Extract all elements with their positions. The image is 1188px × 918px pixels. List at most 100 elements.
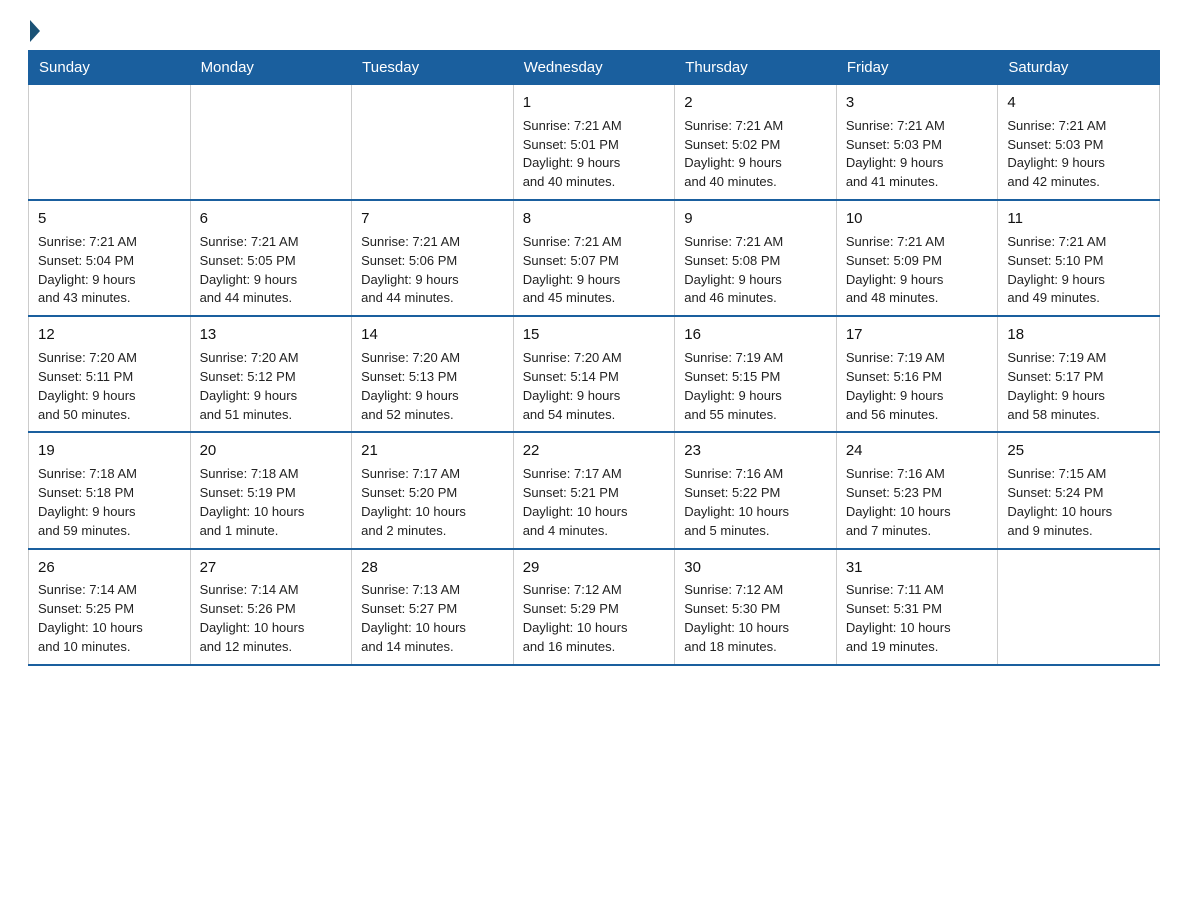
calendar-cell: 1 Sunrise: 7:21 AM Sunset: 5:01 PM Daylig… <box>513 85 675 201</box>
day-info: Sunrise: 7:20 AM Sunset: 5:13 PM Dayligh… <box>361 349 504 424</box>
day-number: 25 <box>1007 440 1150 462</box>
day-number: 28 <box>361 557 504 579</box>
day-info: Sunrise: 7:21 AM Sunset: 5:09 PM Dayligh… <box>846 233 989 308</box>
calendar-cell: 6 Sunrise: 7:21 AM Sunset: 5:05 PM Daylig… <box>190 200 352 316</box>
day-number: 10 <box>846 208 989 230</box>
calendar-week-4: 19 Sunrise: 7:18 AM Sunset: 5:18 PM Dayli… <box>29 432 1160 548</box>
calendar-week-1: 1 Sunrise: 7:21 AM Sunset: 5:01 PM Daylig… <box>29 85 1160 201</box>
day-info: Sunrise: 7:17 AM Sunset: 5:21 PM Dayligh… <box>523 465 666 540</box>
weekday-header-thursday: Thursday <box>675 51 837 85</box>
day-number: 3 <box>846 92 989 114</box>
calendar-cell: 5 Sunrise: 7:21 AM Sunset: 5:04 PM Daylig… <box>29 200 191 316</box>
day-info: Sunrise: 7:18 AM Sunset: 5:19 PM Dayligh… <box>200 465 343 540</box>
day-number: 21 <box>361 440 504 462</box>
day-info: Sunrise: 7:21 AM Sunset: 5:06 PM Dayligh… <box>361 233 504 308</box>
calendar-cell <box>998 549 1160 665</box>
calendar-cell: 12 Sunrise: 7:20 AM Sunset: 5:11 PM Dayli… <box>29 316 191 432</box>
day-info: Sunrise: 7:15 AM Sunset: 5:24 PM Dayligh… <box>1007 465 1150 540</box>
day-info: Sunrise: 7:21 AM Sunset: 5:03 PM Dayligh… <box>846 117 989 192</box>
calendar-cell: 15 Sunrise: 7:20 AM Sunset: 5:14 PM Dayli… <box>513 316 675 432</box>
day-number: 1 <box>523 92 666 114</box>
weekday-header-monday: Monday <box>190 51 352 85</box>
day-info: Sunrise: 7:20 AM Sunset: 5:14 PM Dayligh… <box>523 349 666 424</box>
page-header <box>28 24 1160 38</box>
day-info: Sunrise: 7:19 AM Sunset: 5:16 PM Dayligh… <box>846 349 989 424</box>
calendar-cell: 16 Sunrise: 7:19 AM Sunset: 5:15 PM Dayli… <box>675 316 837 432</box>
day-info: Sunrise: 7:14 AM Sunset: 5:26 PM Dayligh… <box>200 581 343 656</box>
calendar-cell: 26Sunrise: 7:14 AM Sunset: 5:25 PM Dayli… <box>29 549 191 665</box>
day-number: 2 <box>684 92 827 114</box>
day-info: Sunrise: 7:21 AM Sunset: 5:03 PM Dayligh… <box>1007 117 1150 192</box>
calendar-cell: 23 Sunrise: 7:16 AM Sunset: 5:22 PM Dayli… <box>675 432 837 548</box>
calendar-cell: 27Sunrise: 7:14 AM Sunset: 5:26 PM Dayli… <box>190 549 352 665</box>
day-info: Sunrise: 7:18 AM Sunset: 5:18 PM Dayligh… <box>38 465 181 540</box>
day-info: Sunrise: 7:14 AM Sunset: 5:25 PM Dayligh… <box>38 581 181 656</box>
calendar-week-2: 5 Sunrise: 7:21 AM Sunset: 5:04 PM Daylig… <box>29 200 1160 316</box>
day-number: 8 <box>523 208 666 230</box>
calendar-cell: 13 Sunrise: 7:20 AM Sunset: 5:12 PM Dayli… <box>190 316 352 432</box>
calendar-cell <box>352 85 514 201</box>
calendar-cell: 30Sunrise: 7:12 AM Sunset: 5:30 PM Dayli… <box>675 549 837 665</box>
day-info: Sunrise: 7:19 AM Sunset: 5:17 PM Dayligh… <box>1007 349 1150 424</box>
calendar-cell: 19 Sunrise: 7:18 AM Sunset: 5:18 PM Dayli… <box>29 432 191 548</box>
day-number: 17 <box>846 324 989 346</box>
calendar-cell: 4 Sunrise: 7:21 AM Sunset: 5:03 PM Daylig… <box>998 85 1160 201</box>
calendar-cell: 25 Sunrise: 7:15 AM Sunset: 5:24 PM Dayli… <box>998 432 1160 548</box>
day-info: Sunrise: 7:21 AM Sunset: 5:02 PM Dayligh… <box>684 117 827 192</box>
day-number: 15 <box>523 324 666 346</box>
calendar-body: 1 Sunrise: 7:21 AM Sunset: 5:01 PM Daylig… <box>29 85 1160 665</box>
day-number: 6 <box>200 208 343 230</box>
calendar-table: SundayMondayTuesdayWednesdayThursdayFrid… <box>28 50 1160 666</box>
day-info: Sunrise: 7:21 AM Sunset: 5:01 PM Dayligh… <box>523 117 666 192</box>
calendar-header: SundayMondayTuesdayWednesdayThursdayFrid… <box>29 51 1160 85</box>
day-number: 23 <box>684 440 827 462</box>
day-info: Sunrise: 7:21 AM Sunset: 5:10 PM Dayligh… <box>1007 233 1150 308</box>
day-info: Sunrise: 7:20 AM Sunset: 5:11 PM Dayligh… <box>38 349 181 424</box>
day-number: 5 <box>38 208 181 230</box>
day-number: 7 <box>361 208 504 230</box>
calendar-cell <box>190 85 352 201</box>
weekday-header-wednesday: Wednesday <box>513 51 675 85</box>
calendar-cell: 24 Sunrise: 7:16 AM Sunset: 5:23 PM Dayli… <box>836 432 998 548</box>
day-info: Sunrise: 7:16 AM Sunset: 5:22 PM Dayligh… <box>684 465 827 540</box>
day-number: 16 <box>684 324 827 346</box>
calendar-cell: 21 Sunrise: 7:17 AM Sunset: 5:20 PM Dayli… <box>352 432 514 548</box>
day-info: Sunrise: 7:16 AM Sunset: 5:23 PM Dayligh… <box>846 465 989 540</box>
day-number: 12 <box>38 324 181 346</box>
weekday-header-friday: Friday <box>836 51 998 85</box>
day-info: Sunrise: 7:17 AM Sunset: 5:20 PM Dayligh… <box>361 465 504 540</box>
logo-arrow-icon <box>30 20 40 42</box>
day-info: Sunrise: 7:19 AM Sunset: 5:15 PM Dayligh… <box>684 349 827 424</box>
logo <box>28 24 40 38</box>
day-number: 29 <box>523 557 666 579</box>
day-number: 4 <box>1007 92 1150 114</box>
day-info: Sunrise: 7:11 AM Sunset: 5:31 PM Dayligh… <box>846 581 989 656</box>
day-number: 27 <box>200 557 343 579</box>
calendar-cell: 20 Sunrise: 7:18 AM Sunset: 5:19 PM Dayli… <box>190 432 352 548</box>
day-info: Sunrise: 7:21 AM Sunset: 5:07 PM Dayligh… <box>523 233 666 308</box>
calendar-cell: 29Sunrise: 7:12 AM Sunset: 5:29 PM Dayli… <box>513 549 675 665</box>
weekday-header-sunday: Sunday <box>29 51 191 85</box>
day-info: Sunrise: 7:12 AM Sunset: 5:30 PM Dayligh… <box>684 581 827 656</box>
day-number: 31 <box>846 557 989 579</box>
day-info: Sunrise: 7:20 AM Sunset: 5:12 PM Dayligh… <box>200 349 343 424</box>
calendar-cell: 28Sunrise: 7:13 AM Sunset: 5:27 PM Dayli… <box>352 549 514 665</box>
day-number: 13 <box>200 324 343 346</box>
day-number: 20 <box>200 440 343 462</box>
calendar-cell: 14 Sunrise: 7:20 AM Sunset: 5:13 PM Dayli… <box>352 316 514 432</box>
weekday-header-tuesday: Tuesday <box>352 51 514 85</box>
day-number: 14 <box>361 324 504 346</box>
day-number: 18 <box>1007 324 1150 346</box>
calendar-cell: 7 Sunrise: 7:21 AM Sunset: 5:06 PM Daylig… <box>352 200 514 316</box>
calendar-cell: 17 Sunrise: 7:19 AM Sunset: 5:16 PM Dayli… <box>836 316 998 432</box>
day-number: 26 <box>38 557 181 579</box>
day-info: Sunrise: 7:21 AM Sunset: 5:05 PM Dayligh… <box>200 233 343 308</box>
day-number: 24 <box>846 440 989 462</box>
day-number: 30 <box>684 557 827 579</box>
day-number: 9 <box>684 208 827 230</box>
day-info: Sunrise: 7:21 AM Sunset: 5:04 PM Dayligh… <box>38 233 181 308</box>
calendar-cell: 18 Sunrise: 7:19 AM Sunset: 5:17 PM Dayli… <box>998 316 1160 432</box>
weekday-header-saturday: Saturday <box>998 51 1160 85</box>
day-number: 19 <box>38 440 181 462</box>
day-number: 22 <box>523 440 666 462</box>
